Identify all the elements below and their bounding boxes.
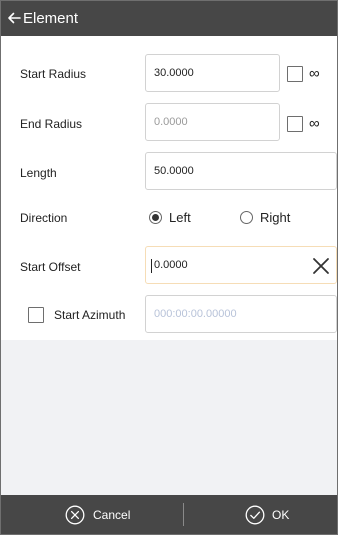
empty-content-area xyxy=(1,340,337,495)
end-radius-infinity-checkbox[interactable] xyxy=(287,116,303,132)
end-radius-label: End Radius xyxy=(20,117,83,131)
length-label: Length xyxy=(20,166,57,180)
start-azimuth-label: Start Azimuth xyxy=(54,308,126,322)
radio-selected-dot xyxy=(152,214,159,221)
start-azimuth-input[interactable]: 000:00:00.00000 xyxy=(145,295,337,333)
cancel-label: Cancel xyxy=(93,508,131,522)
start-radius-label: Start Radius xyxy=(20,67,87,81)
direction-right-label[interactable]: Right xyxy=(260,210,290,225)
cancel-button[interactable]: Cancel xyxy=(1,495,183,534)
direction-left-radio[interactable] xyxy=(149,211,162,224)
direction-right-radio[interactable] xyxy=(240,211,253,224)
start-offset-input[interactable]: 0.0000 xyxy=(145,246,337,284)
app-header: Element xyxy=(1,1,337,36)
page-title: Element xyxy=(23,10,79,27)
start-offset-label: Start Offset xyxy=(20,260,81,274)
start-radius-infinity-label: ∞ xyxy=(309,65,320,82)
ok-button[interactable]: OK xyxy=(184,495,337,534)
length-value: 50.0000 xyxy=(154,165,194,177)
ok-label: OK xyxy=(272,508,290,522)
direction-left-label[interactable]: Left xyxy=(169,210,191,225)
footer-toolbar: Cancel OK xyxy=(1,495,337,534)
end-radius-value: 0.0000 xyxy=(154,116,188,128)
end-radius-infinity-label: ∞ xyxy=(309,115,320,132)
length-input[interactable]: 50.0000 xyxy=(145,152,337,190)
text-cursor xyxy=(151,259,152,273)
start-azimuth-placeholder: 000:00:00.00000 xyxy=(154,308,237,320)
close-icon[interactable] xyxy=(312,257,330,275)
circle-check-icon xyxy=(245,505,265,525)
direction-label: Direction xyxy=(20,211,68,225)
start-radius-infinity-checkbox[interactable] xyxy=(287,66,303,82)
start-offset-value: 0.0000 xyxy=(154,259,188,271)
element-dialog: Element Start Radius 30.0000 ∞ End Radiu… xyxy=(0,0,338,535)
start-radius-value: 30.0000 xyxy=(154,67,194,79)
start-azimuth-checkbox[interactable] xyxy=(28,307,44,323)
start-radius-input[interactable]: 30.0000 xyxy=(145,54,280,92)
end-radius-input[interactable]: 0.0000 xyxy=(145,103,280,141)
circle-x-icon xyxy=(65,505,85,525)
arrow-left-icon[interactable] xyxy=(6,10,22,26)
